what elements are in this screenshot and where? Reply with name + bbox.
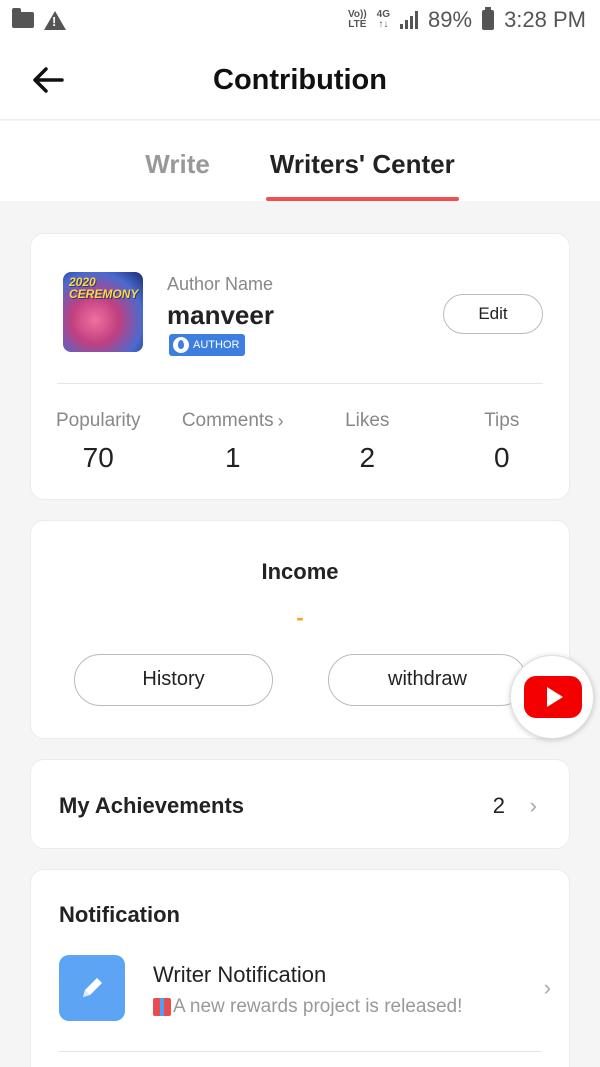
- status-bar: Vo))LTE 4G↑↓ 89% 3:28 PM: [0, 0, 600, 40]
- notification-item-title[interactable]: Writer Notification: [153, 962, 326, 988]
- achievements-count: 2: [492, 793, 505, 818]
- stat-value: 0: [493, 442, 510, 473]
- income-value: -: [296, 605, 304, 630]
- clock: 3:28 PM: [504, 7, 586, 32]
- notification-card: Notification Writer Notification A new r…: [30, 869, 570, 1067]
- author-name: manveer: [167, 300, 274, 330]
- income-title: Income: [261, 559, 339, 584]
- avatar[interactable]: 2020 CEREMONY: [63, 272, 143, 352]
- stat-value: 2: [359, 442, 376, 473]
- warning-icon: [44, 10, 66, 30]
- edit-button[interactable]: Edit: [443, 294, 543, 334]
- stat-label: Tips: [484, 410, 520, 431]
- divider: [59, 1051, 541, 1052]
- notification-item-desc: A new rewards project is released!: [153, 996, 462, 1018]
- author-name-label: Author Name: [167, 274, 274, 294]
- stat-label: Popularity: [56, 410, 141, 431]
- divider: [57, 383, 543, 384]
- withdraw-button[interactable]: withdraw: [328, 654, 527, 706]
- battery-percent: 89%: [428, 7, 473, 32]
- youtube-icon: [524, 676, 582, 718]
- stat-popularity: Popularity 70: [31, 410, 166, 474]
- gift-icon: [153, 998, 171, 1016]
- stat-likes: Likes 2: [300, 410, 435, 474]
- battery-icon: [482, 7, 495, 30]
- stat-value: 70: [82, 442, 114, 473]
- avatar-caption: 2020 CEREMONY: [69, 275, 139, 301]
- stat-comments[interactable]: Comments › 1: [166, 410, 301, 474]
- history-button[interactable]: History: [74, 654, 273, 706]
- stat-tips: Tips 0: [435, 410, 570, 474]
- notification-title: Notification: [59, 902, 180, 927]
- network-type: 4G ↑↓: [376, 9, 391, 30]
- signal-icon: [400, 11, 419, 29]
- stat-value: 1: [224, 442, 241, 473]
- pencil-icon: [59, 955, 125, 1021]
- author-badge-icon: [173, 337, 189, 353]
- stat-label: Likes: [345, 410, 390, 431]
- stats-row: Popularity 70 Comments › 1 Likes 2 Tips …: [31, 410, 569, 474]
- tab-writers-center[interactable]: Writers' Center: [265, 121, 459, 201]
- stat-label: Comments ›: [181, 410, 284, 431]
- chevron-right-icon: ›: [529, 793, 537, 818]
- play-icon: [547, 687, 563, 707]
- volte-indicator: Vo)) LTE: [347, 9, 367, 30]
- chevron-right-icon[interactable]: ›: [544, 975, 551, 1001]
- youtube-float-button[interactable]: [510, 655, 594, 739]
- app-bar: Contribution: [0, 40, 600, 120]
- author-badge: AUTHOR: [169, 334, 246, 356]
- folder-icon: [12, 8, 34, 28]
- income-card: Income - History withdraw: [30, 520, 570, 739]
- chevron-right-icon: ›: [277, 410, 284, 431]
- profile-card: 2020 CEREMONY Author Name manveer AUTHOR …: [30, 233, 570, 500]
- achievements-title: My Achievements: [59, 793, 245, 818]
- tab-write[interactable]: Write: [145, 121, 210, 201]
- tab-bar: Write Writers' Center: [0, 121, 600, 201]
- achievements-row[interactable]: My Achievements 2 ›: [30, 759, 570, 849]
- page-title: Contribution: [213, 64, 387, 96]
